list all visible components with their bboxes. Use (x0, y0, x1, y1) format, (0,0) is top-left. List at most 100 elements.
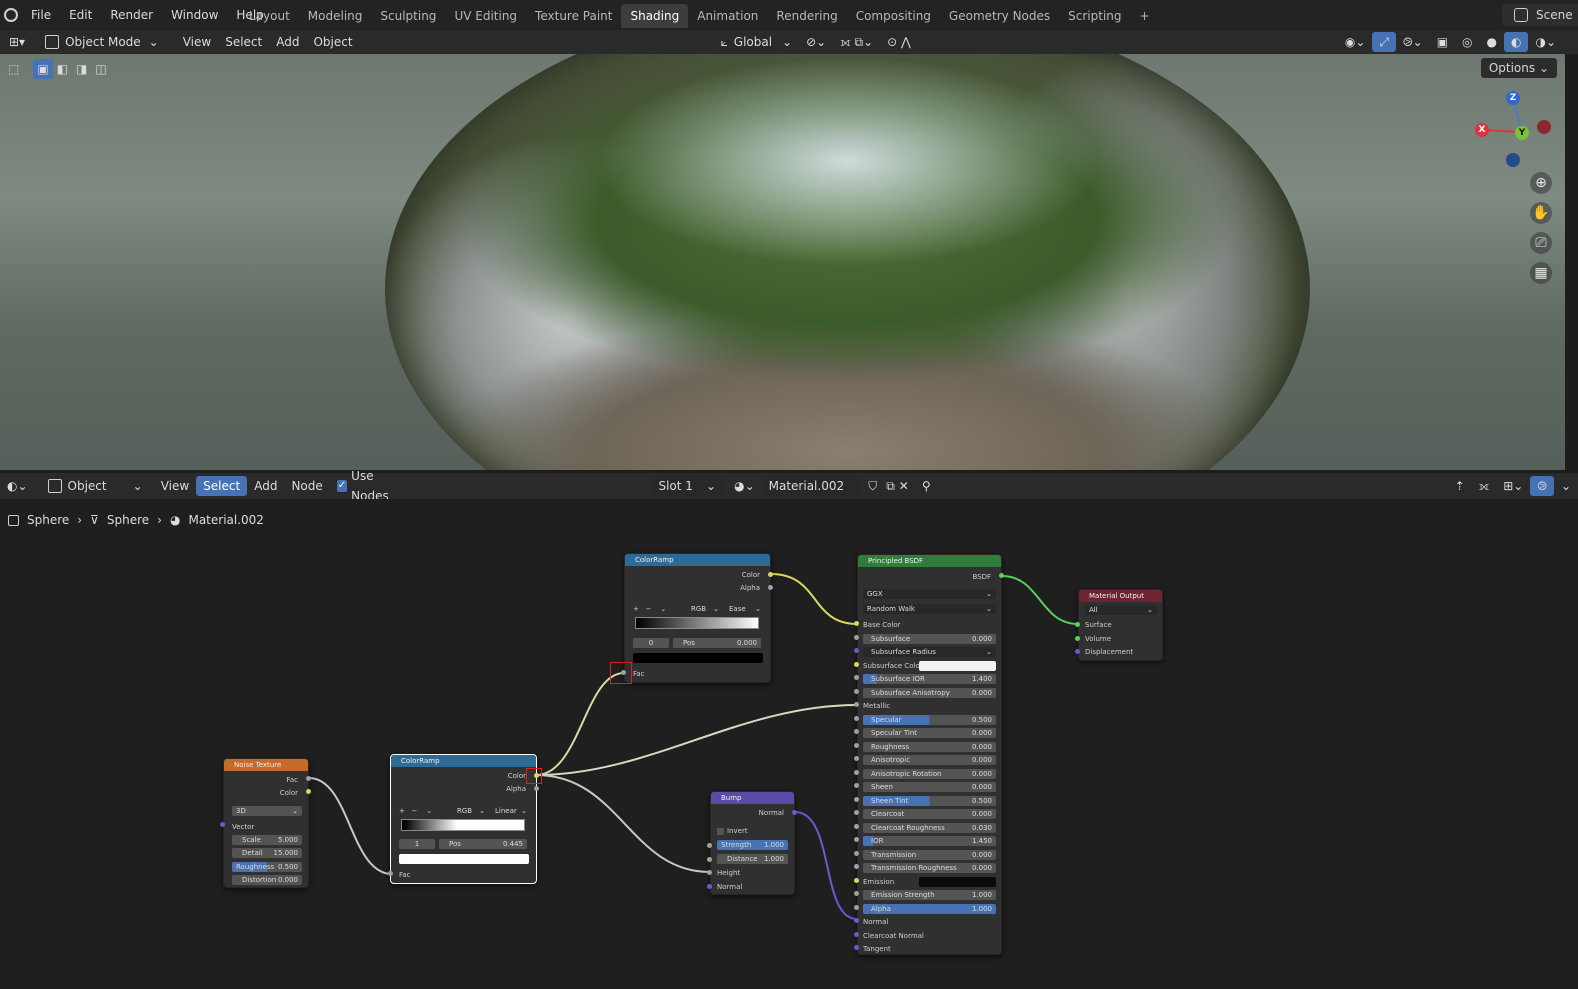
field-subsurface-ior[interactable]: Subsurface IOR 1.400 (863, 674, 996, 684)
rendered-shading-icon[interactable]: ◑⌄ (1528, 32, 1563, 52)
snap-element-icon[interactable]: ⊞⌄ (1496, 476, 1530, 496)
socket-bsdf-normal[interactable] (854, 918, 859, 923)
node-header[interactable]: Bump (711, 792, 794, 804)
socket-bsdf-emission[interactable] (854, 877, 859, 883)
socket-bump-strength[interactable] (707, 843, 712, 848)
socket-output-surface[interactable] (1075, 622, 1080, 627)
socket-output-displacement[interactable] (1075, 649, 1080, 654)
pan-hand-icon[interactable]: ✋ (1530, 202, 1552, 224)
zoom-icon[interactable]: ⊕ (1530, 172, 1552, 194)
overlay-toggle-icon[interactable]: ⧁ (1530, 476, 1554, 496)
camera-icon[interactable]: ⎚ (1530, 232, 1552, 254)
menu-view[interactable]: View (154, 476, 196, 496)
ramp-interpolation[interactable]: Ease ⌄ (725, 604, 765, 614)
field-ior[interactable]: IOR 1.450 (863, 836, 996, 846)
mode-dropdown[interactable]: Object Mode ⌄ (38, 32, 166, 52)
field-clearcoat[interactable]: Clearcoat 0.000 (863, 809, 996, 819)
3d-viewport[interactable]: ⬚ ▣ ◧ ◨ ◫ Options ⌄ Z Y X ⊕ ✋ ⎚ ▦ (0, 54, 1565, 470)
socket-output-volume[interactable] (1075, 636, 1080, 641)
node-bump[interactable]: Bump Normal Invert Strength 1.000 Distanc… (710, 791, 795, 895)
editor-type-icon[interactable]: ⊞▾ (2, 32, 32, 52)
select-extend-icon[interactable]: ◧ (53, 59, 72, 79)
socket-noise-vector[interactable] (220, 822, 225, 827)
tab-geometry-nodes[interactable]: Geometry Nodes (940, 4, 1059, 28)
field-anisotropic[interactable]: Anisotropic 0.000 (863, 755, 996, 765)
field-sheen-tint[interactable]: Sheen Tint 0.500 (863, 795, 996, 806)
dropdown-subsurface-radius[interactable]: Subsurface Radius ⌄ (863, 647, 996, 657)
transform-orientation-dropdown[interactable]: ⟀ Global ⌄ (714, 32, 800, 52)
ramp-stop-position[interactable]: Pos 0.445 (439, 839, 527, 849)
field-emission-strength[interactable]: Emission Strength 1.000 (863, 890, 996, 900)
node-header[interactable]: Principled BSDF (858, 555, 1001, 567)
field-specular-tint[interactable]: Specular Tint 0.000 (863, 728, 996, 738)
subsurface-method-dropdown[interactable]: Random Walk ⌄ (863, 604, 996, 614)
field-clearcoat-roughness[interactable]: Clearcoat Roughness 0.030 (863, 822, 996, 833)
node-principled-bsdf[interactable]: Principled BSDF BSDF GGX ⌄ Random Walk ⌄ B… (857, 554, 1002, 955)
node-header[interactable]: ColorRamp (391, 755, 536, 767)
menu-object[interactable]: Object (306, 32, 359, 52)
tab-rendering[interactable]: Rendering (767, 4, 846, 28)
menu-file[interactable]: File (22, 0, 60, 30)
node-header[interactable]: Material Output (1079, 590, 1162, 602)
menu-add[interactable]: Add (269, 32, 306, 52)
tab-scripting[interactable]: Scripting (1059, 4, 1130, 28)
ramp-stop-index[interactable]: 1 (399, 839, 435, 849)
gizmo-y-axis[interactable]: Y (1515, 126, 1529, 140)
menu-select[interactable]: Select (196, 476, 248, 496)
tab-shading[interactable]: Shading (621, 4, 689, 28)
color-swatch[interactable] (919, 660, 996, 671)
field-roughness[interactable]: Roughness 0.500 (232, 862, 302, 872)
material-shading-icon[interactable]: ◐ (1504, 32, 1529, 52)
ramp-stop-position[interactable]: Pos 0.000 (673, 638, 761, 648)
socket-bsdf-base-color[interactable] (854, 621, 859, 626)
socket-bsdf-subsurface[interactable] (854, 634, 859, 640)
pivot-point-icon[interactable]: ⊘⌄ (799, 32, 833, 52)
socket-bsdf-specular[interactable] (854, 715, 859, 721)
proportional-edit-icon[interactable]: ⊙ ⋀ (880, 32, 918, 52)
overlay-icon[interactable]: ⧁⌄ (1396, 32, 1430, 52)
material-preview-sphere[interactable] (385, 54, 1310, 470)
wireframe-shading-icon[interactable]: ◎ (1455, 32, 1479, 52)
node-header[interactable]: ColorRamp (625, 554, 770, 566)
socket-bsdf-anisotropic-rotation[interactable] (854, 769, 859, 775)
node-editor-canvas[interactable] (0, 499, 1578, 989)
gizmo-neg-z-axis[interactable] (1506, 153, 1520, 167)
socket-bsdf-metallic[interactable] (854, 702, 859, 707)
socket-ramp2-alpha[interactable] (768, 585, 773, 590)
xray-icon[interactable]: ▣ (1430, 32, 1455, 52)
tab-layout[interactable]: Layout (240, 4, 299, 28)
tab-compositing[interactable]: Compositing (847, 4, 940, 28)
node-colorramp-2[interactable]: ColorRamp Color Alpha + − ⌄ RGB ⌄ Ease ⌄ 0… (624, 553, 771, 683)
socket-bsdf-sheen-tint[interactable] (854, 796, 859, 802)
ramp-interpolation[interactable]: Linear ⌄ (491, 806, 531, 816)
shader-type-dropdown[interactable]: Object ⌄ (41, 476, 150, 496)
socket-bsdf-alpha[interactable] (854, 904, 859, 910)
dimension-dropdown[interactable]: 3D ⌄ (232, 806, 302, 816)
visibility-icon[interactable]: ◉⌄ (1338, 32, 1373, 52)
socket-bsdf-transmission-roughness[interactable] (854, 864, 859, 869)
field-subsurface[interactable]: Subsurface 0.000 (863, 633, 996, 644)
tab-sculpting[interactable]: Sculpting (371, 4, 445, 28)
socket-bsdf-emission-strength[interactable] (854, 891, 859, 896)
field-detail[interactable]: Detail 15.000 (232, 848, 302, 858)
slot-dropdown[interactable]: Slot 1 ⌄ (651, 476, 724, 496)
socket-bsdf-subsurface-anisotropy[interactable] (854, 688, 859, 694)
invert-checkbox[interactable]: Invert (717, 826, 748, 836)
color-emission[interactable]: Emission (863, 876, 996, 887)
socket-bump-height[interactable] (707, 870, 712, 875)
field-anisotropic-rotation[interactable]: Anisotropic Rotation 0.000 (863, 768, 996, 779)
options-dropdown[interactable]: Options ⌄ (1480, 58, 1557, 78)
socket-bsdf-anisotropic[interactable] (854, 756, 859, 761)
field-transmission[interactable]: Transmission 0.000 (863, 849, 996, 860)
color-swatch[interactable] (919, 876, 996, 887)
select-intersect-icon[interactable]: ◫ (91, 59, 110, 79)
unlink-material-icon[interactable]: ✕ (897, 476, 911, 496)
overlay-dropdown-icon[interactable]: ⌄ (1554, 476, 1578, 496)
menu-render[interactable]: Render (101, 0, 162, 30)
socket-bsdf-out[interactable] (999, 573, 1004, 578)
socket-ramp1-fac[interactable] (388, 871, 393, 876)
socket-bsdf-transmission[interactable] (854, 850, 859, 856)
field-distance[interactable]: Distance 1.000 (717, 854, 788, 864)
menu-add[interactable]: Add (247, 476, 284, 496)
snap-icon[interactable]: ⟗ (1472, 476, 1497, 496)
